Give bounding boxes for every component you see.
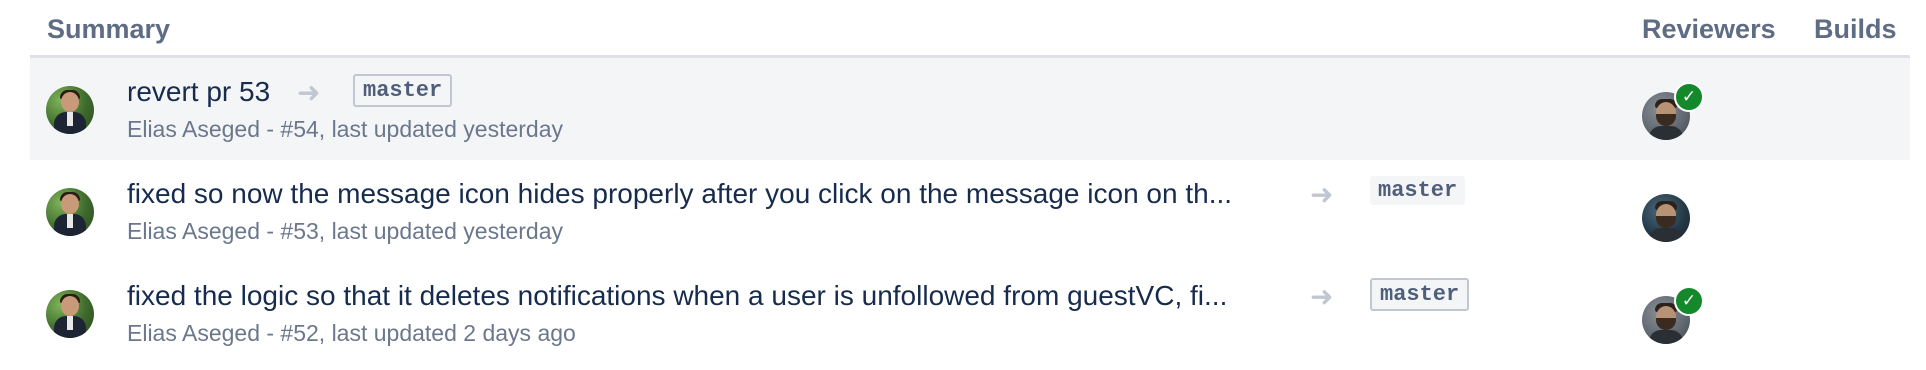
column-header-builds[interactable]: Builds: [1814, 14, 1897, 45]
approved-check-icon: ✓: [1674, 82, 1704, 112]
column-header-reviewers[interactable]: Reviewers: [1642, 14, 1776, 45]
pull-request-row[interactable]: fixed the logic so that it deletes notif…: [30, 262, 1910, 364]
target-branch-lozenge[interactable]: master: [353, 74, 453, 107]
pull-request-meta: Elias Aseged - #53, last updated yesterd…: [127, 218, 564, 244]
target-branch-lozenge[interactable]: master: [1370, 176, 1466, 205]
reviewer-avatar[interactable]: ✓: [1642, 82, 1704, 140]
reviewer-avatar[interactable]: ✓: [1642, 286, 1704, 344]
column-header-summary[interactable]: Summary: [47, 14, 170, 45]
pull-request-meta: Elias Aseged - #54, last updated yesterd…: [127, 116, 564, 142]
approved-check-icon: ✓: [1674, 286, 1704, 316]
pull-request-title[interactable]: fixed so now the message icon hides prop…: [127, 178, 1232, 210]
arrow-right-icon: ➜: [1310, 281, 1334, 312]
pull-request-table: Summary Reviewers Builds revert pr 53 ➜ …: [30, 0, 1910, 364]
arrow-right-icon: ➜: [1310, 179, 1334, 210]
arrow-right-icon: ➜: [297, 77, 321, 108]
pull-request-row[interactable]: revert pr 53 ➜ master Elias Aseged - #54…: [30, 58, 1910, 160]
table-header: Summary Reviewers Builds: [30, 0, 1910, 58]
pull-request-meta: Elias Aseged - #52, last updated 2 days …: [127, 320, 576, 346]
reviewer-avatar[interactable]: [1642, 194, 1690, 242]
author-avatar[interactable]: [46, 188, 94, 236]
target-branch-lozenge[interactable]: master: [1370, 278, 1470, 311]
pull-request-title[interactable]: fixed the logic so that it deletes notif…: [127, 280, 1227, 312]
pull-request-row[interactable]: fixed so now the message icon hides prop…: [30, 160, 1910, 262]
pull-request-title[interactable]: revert pr 53: [127, 76, 270, 108]
author-avatar[interactable]: [46, 290, 94, 338]
author-avatar[interactable]: [46, 86, 94, 134]
